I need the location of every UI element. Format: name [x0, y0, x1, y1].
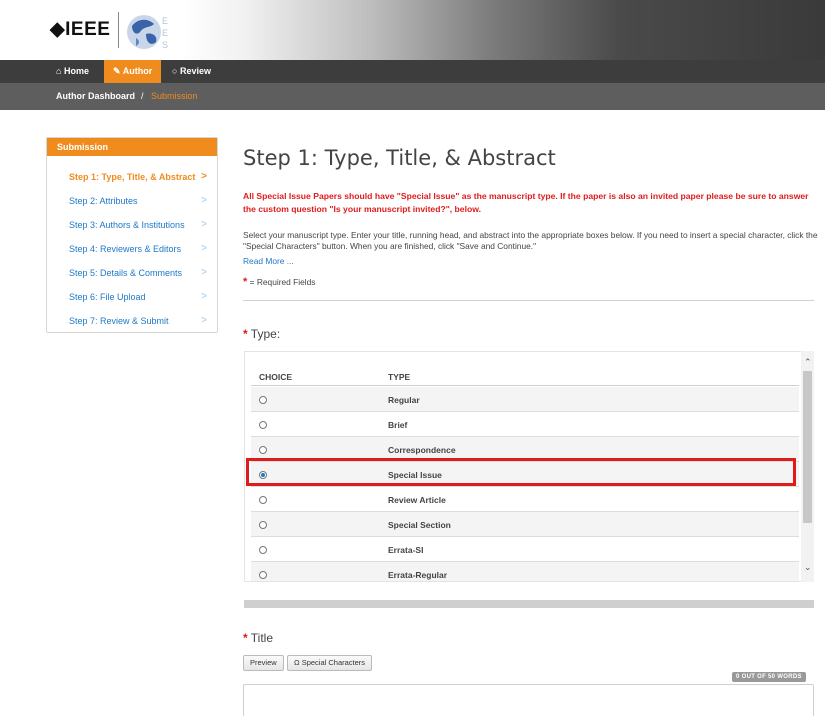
sidebar-step-2[interactable]: Step 2: Attributes: [69, 196, 138, 206]
svg-text:S: S: [162, 40, 168, 50]
chevron-right-icon: >: [201, 219, 207, 230]
scrollbar-thumb[interactable]: [803, 371, 812, 523]
nav-review[interactable]: ○ Review: [172, 60, 211, 83]
special-characters-button[interactable]: Ω Special Characters: [287, 655, 373, 671]
breadcrumb-separator: /: [141, 91, 144, 101]
submission-steps-sidebar: Submission Step 1: Type, Title, & Abstra…: [46, 137, 218, 333]
type-field-label: * Type:: [243, 327, 280, 341]
globe-icon: E E S: [127, 15, 168, 50]
read-more-link[interactable]: Read More ...: [243, 256, 294, 266]
type-name: Errata-Regular: [388, 570, 448, 580]
page-header: ◆IEEE E E S: [0, 0, 825, 60]
logo-divider: [118, 12, 119, 48]
sidebar-step-1[interactable]: Step 1: Type, Title, & Abstract: [69, 172, 219, 182]
required-star-icon: *: [243, 327, 248, 341]
table-header-row: CHOICE TYPE: [251, 366, 799, 386]
sidebar-step-label: Step 7: Review & Submit: [69, 316, 169, 326]
type-name: Correspondence: [388, 445, 456, 455]
column-header-choice: CHOICE: [259, 372, 293, 382]
svg-text:E: E: [162, 16, 168, 26]
horizontal-scrollbar[interactable]: [244, 600, 814, 608]
breadcrumb-current: Submission: [151, 91, 198, 101]
sidebar-step-7[interactable]: Step 7: Review & Submit: [69, 316, 169, 326]
special-issue-warning: All Special Issue Papers should have "Sp…: [243, 191, 809, 214]
speech-bubble-icon: ○: [172, 66, 178, 76]
breadcrumb: Author Dashboard / Submission: [0, 83, 825, 110]
required-star-icon: *: [243, 631, 248, 645]
chevron-right-icon: >: [201, 315, 207, 326]
chevron-right-icon: >: [201, 267, 207, 278]
chevron-up-icon[interactable]: ⌃: [804, 357, 812, 368]
sidebar-step-label: Step 2: Attributes: [69, 196, 138, 206]
nav-home[interactable]: ⌂ Home: [56, 60, 89, 83]
breadcrumb-author-dashboard[interactable]: Author Dashboard: [56, 91, 135, 101]
ieee-logo[interactable]: ◆IEEE E E S: [50, 12, 175, 54]
title-input[interactable]: [243, 684, 814, 716]
svg-text:E: E: [162, 28, 168, 38]
title-label-text: Title: [250, 631, 274, 645]
main-nav: ⌂ Home ✎ Author ○ Review: [0, 60, 825, 83]
type-radio[interactable]: [259, 396, 267, 404]
type-radio[interactable]: [259, 421, 267, 429]
type-radio[interactable]: [259, 521, 267, 529]
chevron-right-icon: >: [201, 195, 207, 206]
chevron-right-icon: >: [201, 243, 207, 254]
type-name: Brief: [388, 420, 408, 430]
chevron-right-icon: >: [201, 171, 207, 182]
sidebar-step-label: Step 6: File Upload: [69, 292, 146, 302]
type-name: Errata-SI: [388, 545, 424, 555]
nav-home-label: Home: [63, 66, 89, 76]
type-name: Regular: [388, 395, 420, 405]
type-name: Special Section: [388, 520, 451, 530]
table-row[interactable]: Review Article: [251, 487, 799, 512]
table-row[interactable]: Errata-Regular: [251, 562, 799, 581]
sidebar-step-label: Step 5: Details & Comments: [69, 268, 183, 278]
nav-author[interactable]: ✎ Author: [104, 60, 162, 83]
word-count-badge: 0 OUT OF 50 WORDS: [732, 672, 806, 682]
title-field-label: * Title: [243, 631, 273, 645]
table-row[interactable]: Regular: [251, 387, 799, 412]
type-name: Review Article: [388, 495, 446, 505]
selection-highlight: [246, 458, 796, 486]
instructions-text: Select your manuscript type. Enter your …: [243, 230, 818, 251]
section-divider: [243, 300, 814, 301]
type-radio[interactable]: [259, 446, 267, 454]
nav-author-label: Author: [122, 66, 153, 76]
sidebar-heading: Submission: [47, 138, 217, 156]
type-radio[interactable]: [259, 496, 267, 504]
sidebar-step-5[interactable]: Step 5: Details & Comments: [69, 268, 182, 278]
table-row[interactable]: Special Section: [251, 512, 799, 537]
nav-review-label: Review: [179, 66, 211, 76]
table-row[interactable]: Brief: [251, 412, 799, 437]
page-title: Step 1: Type, Title, & Abstract: [243, 146, 556, 170]
chevron-down-icon[interactable]: ⌄: [804, 562, 812, 573]
home-icon: ⌂: [56, 66, 62, 76]
sidebar-step-label: Step 3: Authors & Institutions: [69, 220, 185, 230]
column-header-type: TYPE: [388, 372, 411, 382]
required-fields-label: = Required Fields: [249, 277, 316, 287]
pencil-icon: ✎: [113, 66, 121, 76]
type-label-text: Type:: [250, 327, 281, 341]
sidebar-step-label: Step 1: Type, Title, & Abstract: [69, 172, 196, 182]
ieee-logo-text: ◆IEEE: [50, 19, 111, 40]
required-fields-note: * = Required Fields: [243, 276, 315, 288]
preview-button[interactable]: Preview: [243, 655, 284, 671]
table-row[interactable]: Errata-SI: [251, 537, 799, 562]
type-radio[interactable]: [259, 571, 267, 579]
sidebar-step-4[interactable]: Step 4: Reviewers & Editors: [69, 244, 181, 254]
type-radio[interactable]: [259, 546, 267, 554]
sidebar-step-3[interactable]: Step 3: Authors & Institutions: [69, 220, 185, 230]
sidebar-step-label: Step 4: Reviewers & Editors: [69, 244, 182, 254]
chevron-right-icon: >: [201, 291, 207, 302]
required-star-icon: *: [243, 276, 248, 288]
sidebar-step-6[interactable]: Step 6: File Upload: [69, 292, 146, 302]
